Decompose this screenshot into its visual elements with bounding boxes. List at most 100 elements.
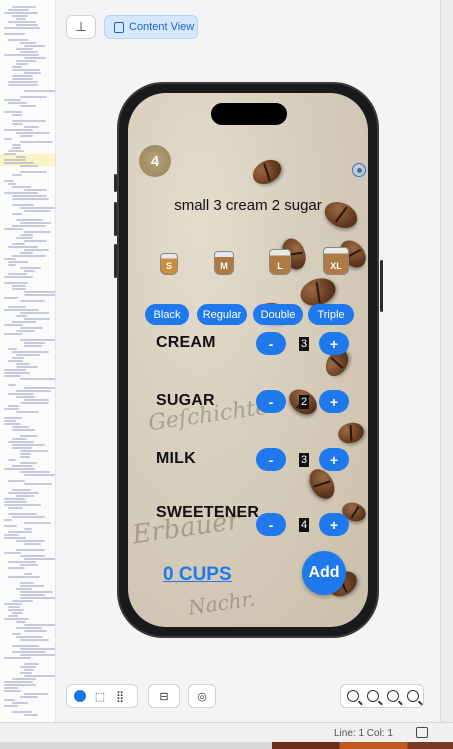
minimap-code-line bbox=[12, 66, 22, 68]
minimap-code-line bbox=[16, 330, 35, 332]
add-button[interactable]: Add bbox=[302, 551, 346, 595]
minimap-code-line bbox=[4, 138, 12, 140]
minimap-code-line bbox=[8, 81, 38, 83]
minimap-code-line bbox=[12, 69, 40, 71]
minimap-code-line bbox=[24, 663, 39, 665]
minimap-code-line bbox=[8, 246, 38, 248]
minimap-code-line bbox=[24, 399, 49, 401]
sweeteners-label: SWEETENERS bbox=[156, 504, 260, 524]
minimap-code-line bbox=[16, 495, 34, 497]
minimap-code-line bbox=[4, 423, 21, 425]
minimap-code-line bbox=[8, 606, 20, 608]
minimap-code-line bbox=[20, 96, 47, 98]
minimap-code-line bbox=[20, 591, 53, 593]
minimap-code-line bbox=[12, 285, 26, 287]
minimap-code-line bbox=[8, 441, 34, 443]
minimap-code-line bbox=[8, 84, 38, 86]
live-preview-button[interactable] bbox=[73, 689, 87, 703]
order-summary-text: small 3 cream 2 sugar bbox=[174, 197, 322, 214]
minimap-code-line bbox=[4, 690, 21, 692]
pin-icon: ⊥ bbox=[75, 19, 87, 34]
cream-count: 3 bbox=[299, 337, 309, 351]
minimap-code-line bbox=[24, 630, 47, 632]
sugar-plus-button[interactable]: + bbox=[319, 390, 349, 413]
cream-minus-button[interactable]: - bbox=[256, 332, 286, 355]
minimap-code-line bbox=[12, 357, 24, 359]
minimap-code-line bbox=[4, 552, 21, 554]
roast-triple-button[interactable]: Triple bbox=[308, 304, 354, 325]
minimap-code-line bbox=[4, 27, 40, 29]
minimap-code-line bbox=[24, 45, 45, 47]
minimap-code-line bbox=[12, 429, 35, 431]
minimap-code-line bbox=[12, 444, 45, 446]
minimap-code-line bbox=[4, 111, 22, 113]
minimap-code-line bbox=[24, 90, 55, 92]
minimap-code-line bbox=[4, 54, 39, 56]
minimap-code-line bbox=[4, 282, 28, 284]
zoom-in-button[interactable] bbox=[407, 689, 419, 703]
minimap-code-line bbox=[24, 249, 49, 251]
minimap-code-line bbox=[12, 225, 46, 227]
minimap-code-line bbox=[4, 681, 33, 683]
cups-count-link[interactable]: 0 CUPS bbox=[163, 564, 232, 586]
minimap-code-line bbox=[12, 120, 46, 122]
device-settings-button[interactable]: ⊟ bbox=[148, 684, 180, 708]
zoom-out-button[interactable] bbox=[347, 689, 359, 703]
minimap-code-line bbox=[12, 288, 26, 290]
minimap-code-line bbox=[20, 672, 32, 674]
milk-minus-button[interactable]: - bbox=[256, 448, 286, 471]
minimap-code-line bbox=[20, 165, 38, 167]
minimap-code-line bbox=[8, 102, 27, 104]
sugar-minus-button[interactable]: - bbox=[256, 390, 286, 413]
content-view-button[interactable]: Content View bbox=[104, 15, 198, 39]
volume-up-button bbox=[114, 202, 117, 236]
zoom-actual-button[interactable] bbox=[367, 689, 379, 703]
minimap-code-line bbox=[4, 228, 23, 230]
minimap-code-line bbox=[12, 426, 29, 428]
minimap-code-line bbox=[20, 252, 33, 254]
minimap-code-line bbox=[4, 684, 36, 686]
milk-plus-button[interactable]: + bbox=[319, 448, 349, 471]
settings-icon[interactable] bbox=[352, 163, 366, 177]
roast-regular-button[interactable]: Regular bbox=[197, 304, 247, 325]
size-xl-button[interactable]: XL bbox=[323, 247, 349, 275]
variants-button[interactable]: ⣿ bbox=[113, 689, 127, 703]
toggle-panel-icon[interactable] bbox=[416, 727, 428, 738]
milk-count: 3 bbox=[299, 453, 309, 467]
minimap-code-line bbox=[12, 243, 25, 245]
device-icon: ◎ bbox=[197, 690, 207, 703]
minimap-code-line bbox=[4, 372, 30, 374]
cream-plus-button[interactable]: + bbox=[319, 332, 349, 355]
minimap-code-line bbox=[12, 600, 33, 602]
minimap-code-line bbox=[24, 522, 51, 524]
roast-black-button[interactable]: Black bbox=[145, 304, 189, 325]
minimap-code-line bbox=[16, 48, 33, 50]
minimap-code-line bbox=[20, 471, 50, 473]
minimap-code-line bbox=[12, 75, 33, 77]
minimap-code-line bbox=[4, 162, 34, 164]
selectable-mode-button[interactable]: ⬚ bbox=[93, 689, 107, 703]
minimap-code-line bbox=[4, 258, 16, 260]
minimap-code-line bbox=[16, 366, 38, 368]
minimap-code-line bbox=[4, 501, 27, 503]
size-medium-button[interactable]: M bbox=[214, 251, 234, 275]
minimap-code-line bbox=[4, 687, 18, 689]
sweeteners-minus-button[interactable]: - bbox=[256, 513, 286, 536]
minimap-code-line bbox=[12, 702, 28, 704]
minimap-code-line bbox=[4, 537, 26, 539]
pin-button[interactable]: ⊥ bbox=[66, 15, 96, 39]
sweeteners-plus-button[interactable]: + bbox=[319, 513, 349, 536]
minimap-code-line bbox=[12, 645, 39, 647]
size-large-button[interactable]: L bbox=[269, 249, 291, 275]
minimap-code-line bbox=[16, 18, 26, 20]
minimap-code-line bbox=[16, 549, 45, 551]
power-button bbox=[380, 260, 383, 312]
device-button[interactable]: ◎ bbox=[188, 684, 216, 708]
size-small-button[interactable]: S bbox=[160, 253, 178, 275]
minimap-code-line bbox=[16, 60, 36, 62]
minimap-code-line bbox=[8, 264, 16, 266]
code-minimap[interactable] bbox=[0, 0, 56, 722]
minimap-code-line bbox=[20, 234, 33, 236]
roast-double-button[interactable]: Double bbox=[253, 304, 303, 325]
zoom-fit-button[interactable] bbox=[387, 689, 399, 703]
